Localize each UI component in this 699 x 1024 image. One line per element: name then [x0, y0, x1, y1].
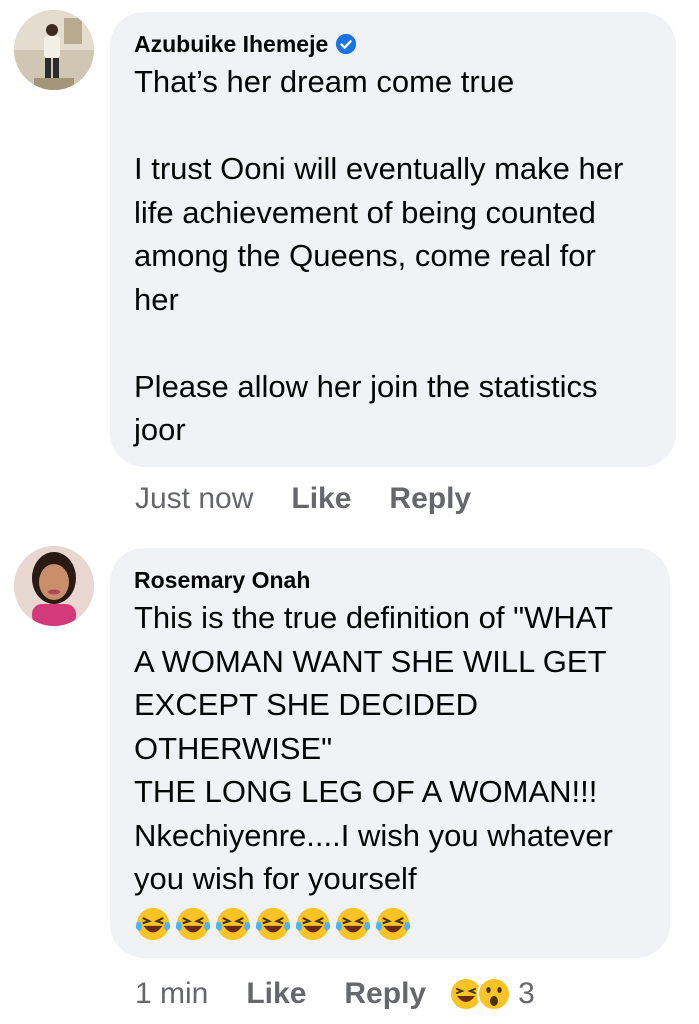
reply-button[interactable]: Reply	[389, 482, 471, 516]
wow-reaction-icon	[476, 976, 512, 1012]
laughing-tears-emoji	[334, 905, 372, 943]
comment-line: Nkechiyenre....I wish you whatever	[134, 817, 613, 853]
laughing-tears-emoji	[134, 905, 172, 943]
comment-author-name[interactable]: Azubuike Ihemeje	[134, 30, 652, 58]
comment-line: Please allow her join the statistics	[134, 368, 598, 404]
avatar-rosemary[interactable]	[14, 546, 94, 626]
verified-badge-icon	[335, 33, 357, 55]
laughing-tears-emoji	[254, 905, 292, 943]
comment-text: This is the true definition of "WHAT A W…	[134, 596, 646, 901]
comment-text: That’s her dream come true I trust Ooni …	[134, 60, 652, 452]
comment-line-blank	[134, 321, 652, 365]
comment-author-name[interactable]: Rosemary Onah	[134, 566, 646, 594]
comment-line: OTHERWISE"	[134, 730, 333, 766]
reply-button[interactable]: Reply	[344, 977, 426, 1011]
avatar-photo-man	[14, 10, 94, 90]
comment-line: I trust Ooni will eventually make her	[134, 151, 624, 186]
comment-line: This is the true definition of "WHAT	[134, 600, 614, 635]
avatar-photo-woman	[14, 546, 94, 626]
comment-bubble-2: Rosemary Onah This is the true definitio…	[110, 548, 670, 958]
comment-line: you wish for yourself	[134, 861, 417, 896]
comment-line: EXCEPT SHE DECIDED	[134, 687, 478, 722]
comment-line: THE LONG LEG OF A WOMAN!!!	[134, 774, 598, 809]
comment-bubble-1: Azubuike Ihemeje That’s her dream come t…	[110, 12, 676, 467]
like-button[interactable]: Like	[291, 482, 351, 516]
comment-actions-2: 1 min Like Reply 3	[135, 976, 535, 1012]
comment-timestamp[interactable]: 1 min	[135, 977, 208, 1011]
comment-line: her	[134, 281, 179, 317]
comment-line: joor	[134, 412, 186, 447]
emoji-line	[134, 905, 646, 943]
laughing-tears-emoji	[294, 905, 332, 943]
comment-line: That’s her dream come true	[134, 64, 515, 99]
comment-line-blank	[134, 104, 652, 148]
like-button[interactable]: Like	[246, 977, 306, 1011]
laughing-tears-emoji	[374, 905, 412, 943]
laughing-tears-emoji	[214, 905, 252, 943]
reaction-count: 3	[518, 977, 535, 1010]
comment-timestamp[interactable]: Just now	[135, 482, 253, 516]
comment-actions-1: Just now Like Reply	[135, 482, 471, 516]
laughing-tears-emoji	[174, 905, 212, 943]
comment-line: among the Queens, come real for	[134, 238, 596, 273]
avatar-azubuike[interactable]	[14, 10, 94, 90]
reaction-summary[interactable]: 3	[448, 976, 535, 1012]
comment-line: A WOMAN WANT SHE WILL GET	[134, 643, 607, 679]
comment-line: life achievement of being counted	[134, 194, 596, 230]
